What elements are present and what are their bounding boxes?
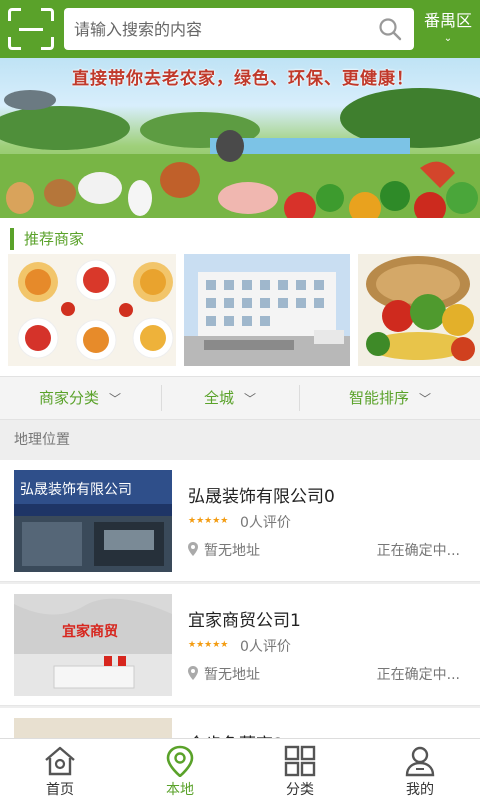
profile-icon xyxy=(405,746,435,777)
filter-bar: 商家分类 ﹀ 全城 ﹀ 智能排序 ﹀ xyxy=(0,376,480,420)
category-icon xyxy=(284,745,316,777)
region-selector[interactable]: 番禺区 ⌄ xyxy=(416,10,480,54)
filter-label: 商家分类 xyxy=(38,389,99,407)
home-icon xyxy=(45,746,75,776)
recommended-item-vegetables[interactable] xyxy=(358,254,480,366)
location-pin-icon xyxy=(188,542,198,556)
nav-label: 首页 xyxy=(46,782,74,798)
food-dishes-image xyxy=(17,259,174,361)
search-input[interactable] xyxy=(74,8,364,50)
vegetable-basket-image xyxy=(366,256,475,361)
factory-building-image xyxy=(184,254,350,366)
geo-location-label: 地理位置 xyxy=(0,420,480,460)
chevron-down-icon: ﹀ xyxy=(419,392,432,406)
nav-label: 我的 xyxy=(406,782,434,798)
filter-label: 智能排序 xyxy=(348,389,409,407)
shop-sign-text: 弘晟装饰有限公司 xyxy=(20,482,132,498)
distance-status: 正在确定中... xyxy=(376,667,460,683)
rating-stars: ★★★★★ xyxy=(188,640,229,650)
filter-sort[interactable]: 智能排序 ﹀ xyxy=(300,377,480,419)
merchant-list[interactable]: 弘晟装饰有限公司 弘晟装饰有限公司0 ★★★★★ 0人评价 暂无地址 正在确定中… xyxy=(0,460,480,738)
list-item[interactable]: 弘晟装饰有限公司 弘晟装饰有限公司0 ★★★★★ 0人评价 暂无地址 正在确定中… xyxy=(0,460,480,582)
filter-category[interactable]: 商家分类 ﹀ xyxy=(0,377,160,419)
review-count: 0人评价 xyxy=(240,639,291,655)
chevron-down-icon: ﹀ xyxy=(109,392,122,406)
recommended-item-food[interactable] xyxy=(8,254,176,366)
merchant-thumbnail: 弘晟装饰有限公司 xyxy=(14,470,172,572)
merchant-name[interactable]: 金步鱼莲高2 xyxy=(188,730,284,738)
top-header: 番禺区 ⌄ xyxy=(0,0,480,58)
merchant-thumbnail xyxy=(14,718,172,738)
filter-area[interactable]: 全城 ﹀ xyxy=(162,377,298,419)
recommended-section: 推荐商家 xyxy=(0,218,480,376)
search-icon[interactable] xyxy=(378,17,402,41)
list-item[interactable]: 金步鱼莲高2 xyxy=(0,708,480,738)
nav-local[interactable]: 本地 xyxy=(120,739,240,800)
nav-label: 分类 xyxy=(286,782,314,798)
nav-category[interactable]: 分类 xyxy=(240,739,360,800)
review-count: 0人评价 xyxy=(240,515,291,531)
nav-label: 本地 xyxy=(166,782,194,798)
chevron-down-icon: ﹀ xyxy=(244,392,257,406)
search-bar[interactable] xyxy=(64,8,414,50)
banner-slogan: 直接带你去老农家，绿色、环保、更健康！ xyxy=(72,69,414,89)
filter-label: 全城 xyxy=(203,389,234,407)
merchant-name[interactable]: 弘晟装饰有限公司0 xyxy=(188,482,335,507)
merchant-address: 暂无地址 xyxy=(204,543,260,559)
bottom-nav: 首页 本地 分类 我的 xyxy=(0,738,480,800)
merchant-name[interactable]: 宜家商贸公司1 xyxy=(188,606,301,631)
rating-stars: ★★★★★ xyxy=(188,516,229,526)
merchant-thumbnail: 宜家商贸 xyxy=(14,594,172,696)
list-item[interactable]: 宜家商贸 宜家商贸公司1 ★★★★★ 0人评价 暂无地址 正在确定中... xyxy=(0,584,480,706)
chevron-down-icon: ⌄ xyxy=(443,33,453,44)
app-screen: 番禺区 ⌄ xyxy=(0,0,480,800)
distance-status: 正在确定中... xyxy=(376,543,460,559)
section-title: 推荐商家 xyxy=(10,228,84,250)
location-icon xyxy=(166,745,194,777)
scan-icon[interactable] xyxy=(7,7,55,51)
recommended-item-building[interactable] xyxy=(184,254,350,366)
shop-sign-text: 宜家商贸 xyxy=(62,623,118,640)
location-pin-icon xyxy=(188,666,198,680)
promo-banner[interactable]: 直接带你去老农家，绿色、环保、更健康！ xyxy=(0,58,480,218)
nav-profile[interactable]: 我的 xyxy=(360,739,480,800)
merchant-address: 暂无地址 xyxy=(204,667,260,683)
region-label: 番禺区 xyxy=(423,11,472,30)
nav-home[interactable]: 首页 xyxy=(0,739,120,800)
